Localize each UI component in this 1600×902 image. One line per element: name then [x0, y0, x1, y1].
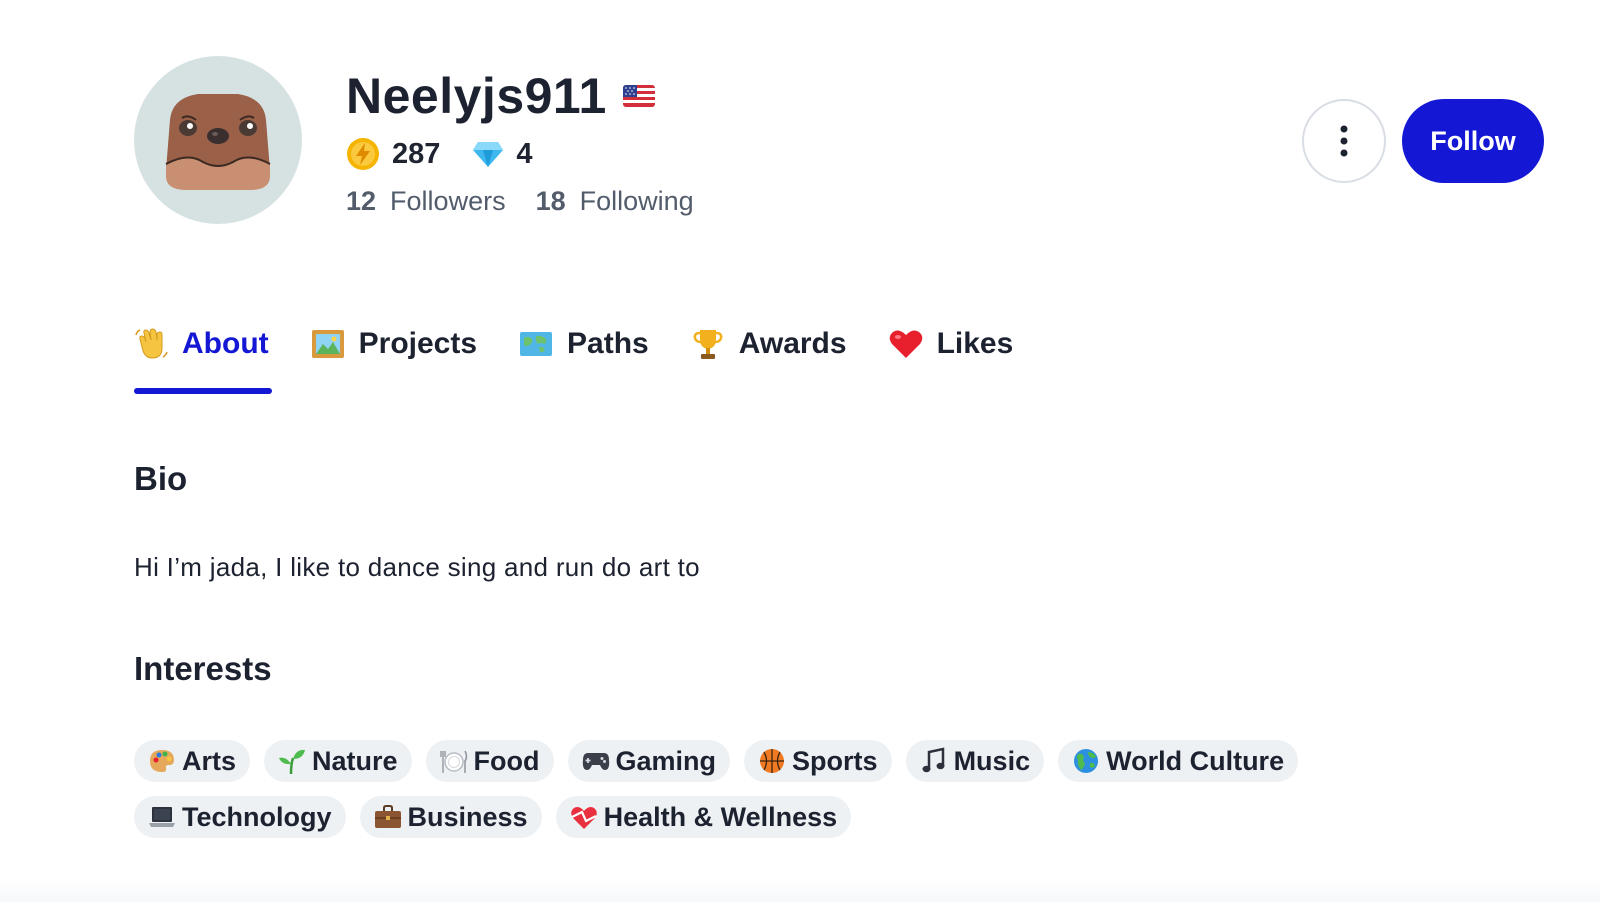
tab-label: Likes	[936, 327, 1014, 360]
chip-label: Technology	[182, 801, 332, 832]
tab-projects[interactable]: Projects	[311, 318, 477, 370]
following-label: Following	[579, 186, 694, 216]
framed-picture-icon	[311, 327, 345, 361]
interests-row: Arts Nature Food Gaming Sports Music Wor…	[134, 740, 1394, 782]
heart-ribbon-icon	[570, 803, 598, 831]
interest-chip-technology[interactable]: Technology	[134, 796, 346, 838]
chip-label: World Culture	[1106, 745, 1285, 776]
chip-label: Gaming	[615, 745, 717, 776]
following-count: 18	[535, 186, 566, 216]
tab-about[interactable]: About	[134, 318, 272, 394]
identity: Neelyjs911 287 4 12 Followers 18 Followi…	[346, 66, 724, 217]
gems-stat: 4	[472, 137, 533, 171]
world-map-icon	[519, 327, 553, 361]
waving-hand-icon	[134, 327, 168, 361]
tab-label: Projects	[358, 327, 478, 360]
tab-awards[interactable]: Awards	[691, 318, 847, 370]
chip-label: Business	[407, 801, 528, 832]
bio-text: Hi I’m jada, I like to dance sing and ru…	[134, 552, 700, 582]
otter-avatar-icon	[165, 94, 271, 190]
gems-count: 4	[516, 137, 533, 170]
basketball-icon	[758, 747, 786, 775]
header-actions: Follow	[1302, 99, 1544, 183]
chip-label: Health & Wellness	[603, 801, 838, 832]
interest-chip-world-culture[interactable]: World Culture	[1058, 740, 1299, 782]
profile-tabs: About Projects Paths Awards Likes	[134, 318, 1055, 394]
followers-label: Followers	[390, 186, 506, 216]
us-flag-icon	[622, 85, 655, 107]
interest-chip-health-wellness[interactable]: Health & Wellness	[555, 796, 852, 838]
globe-icon	[1072, 747, 1100, 775]
game-controller-icon	[582, 747, 610, 775]
coins-stat: 287	[346, 137, 440, 171]
chip-label: Nature	[312, 745, 398, 776]
profile-header: Neelyjs911 287 4 12 Followers 18 Followi…	[134, 56, 724, 224]
interest-chip-business[interactable]: Business	[359, 796, 542, 838]
interest-chip-gaming[interactable]: Gaming	[567, 740, 731, 782]
stats-row: 287 4	[346, 136, 724, 172]
chip-label: Arts	[182, 745, 237, 776]
tab-label: About	[182, 327, 269, 360]
gem-icon	[472, 140, 504, 168]
trophy-icon	[691, 327, 725, 361]
palette-icon	[148, 747, 176, 775]
plate-icon	[439, 747, 468, 775]
follow-row: 12 Followers 18 Following	[346, 186, 724, 217]
interests-heading: Interests	[134, 650, 272, 687]
chip-label: Food	[473, 745, 540, 776]
tab-paths[interactable]: Paths	[519, 318, 649, 370]
interest-chip-sports[interactable]: Sports	[744, 740, 892, 782]
music-note-icon	[920, 747, 948, 775]
interest-chip-arts[interactable]: Arts	[134, 740, 251, 782]
followers-link[interactable]: 12 Followers	[346, 186, 506, 217]
laptop-icon	[148, 803, 176, 831]
followers-count: 12	[346, 186, 377, 216]
coins-count: 287	[392, 137, 441, 170]
interest-chip-nature[interactable]: Nature	[264, 740, 412, 782]
vertical-ellipsis-icon	[1340, 125, 1348, 157]
more-options-button[interactable]	[1302, 99, 1386, 183]
briefcase-icon	[374, 803, 402, 831]
username: Neelyjs911	[346, 68, 607, 124]
bottom-divider	[0, 880, 1600, 902]
chip-label: Sports	[792, 745, 878, 776]
interests-row: Technology Business Health & Wellness	[134, 796, 1394, 838]
bio-heading: Bio	[134, 460, 188, 497]
name-row: Neelyjs911	[346, 66, 724, 126]
interests-list: Arts Nature Food Gaming Sports Music Wor…	[134, 740, 1394, 852]
heart-icon	[889, 327, 923, 361]
interest-chip-music[interactable]: Music	[905, 740, 1045, 782]
tab-likes[interactable]: Likes	[889, 318, 1014, 370]
following-link[interactable]: 18 Following	[536, 186, 694, 217]
chip-label: Music	[953, 745, 1031, 776]
interest-chip-food[interactable]: Food	[425, 740, 554, 782]
seedling-icon	[278, 747, 306, 775]
follow-button[interactable]: Follow	[1402, 99, 1544, 183]
active-tab-indicator	[134, 388, 272, 394]
lightning-coin-icon	[346, 137, 380, 171]
tab-label: Awards	[738, 327, 847, 360]
tab-label: Paths	[567, 327, 649, 360]
avatar	[134, 56, 302, 224]
